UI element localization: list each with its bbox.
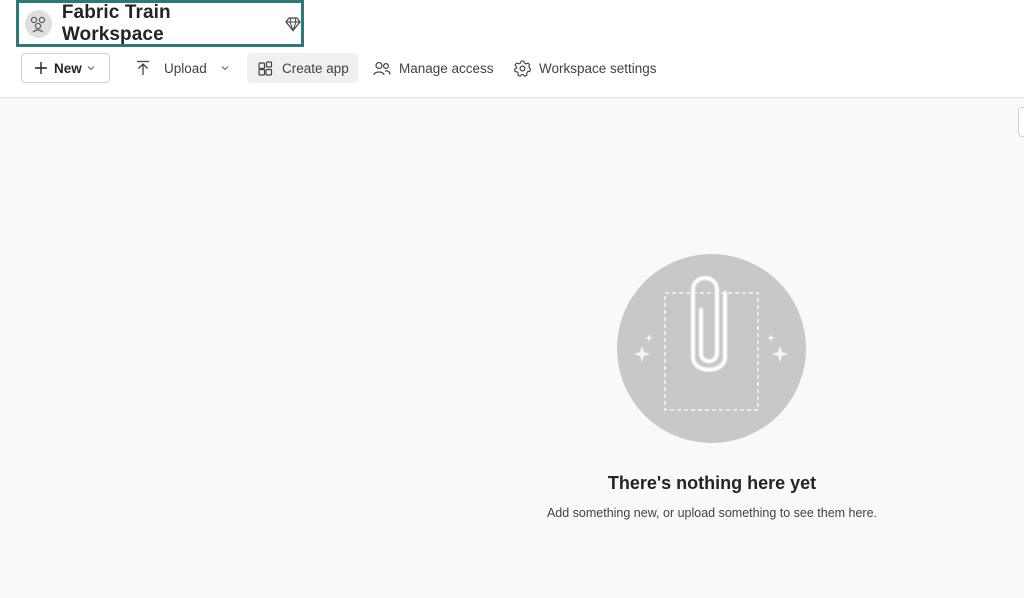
workspace-title-highlight: Fabric Train Workspace: [16, 0, 304, 47]
workspace-settings-button-label: Workspace settings: [539, 60, 657, 76]
plus-icon: [34, 61, 48, 75]
empty-state-title: There's nothing here yet: [607, 473, 817, 493]
create-app-button-label: Create app: [282, 60, 349, 76]
upload-icon: [136, 60, 150, 76]
chevron-down-icon[interactable]: [221, 65, 229, 71]
chevron-down-icon: [87, 65, 95, 71]
apps-icon: [258, 60, 273, 76]
workspace-header: Fabric Train Workspace New Upload Create…: [0, 0, 1024, 137]
new-button-label: New: [54, 60, 82, 76]
new-button[interactable]: New: [21, 53, 110, 83]
diamond-icon[interactable]: [285, 16, 301, 32]
empty-state-subtitle: Add something new, or upload something t…: [546, 506, 878, 520]
gear-icon: [514, 59, 531, 77]
manage-access-button-label: Manage access: [399, 60, 494, 76]
create-app-button[interactable]: Create app: [247, 53, 358, 83]
overflow-button-edge[interactable]: [1018, 107, 1024, 137]
workspace-title: Fabric Train Workspace: [61, 1, 171, 45]
workspace-settings-button[interactable]: Workspace settings: [514, 53, 657, 83]
upload-button[interactable]: Upload: [136, 53, 229, 83]
empty-state-illustration: [617, 254, 806, 443]
people-icon: [373, 61, 391, 76]
workspace-toolbar: New Upload Create app Manage access Work…: [0, 53, 1024, 137]
manage-access-button[interactable]: Manage access: [373, 53, 494, 83]
upload-button-label: Upload: [164, 60, 207, 76]
workspace-people-icon: [25, 9, 52, 38]
